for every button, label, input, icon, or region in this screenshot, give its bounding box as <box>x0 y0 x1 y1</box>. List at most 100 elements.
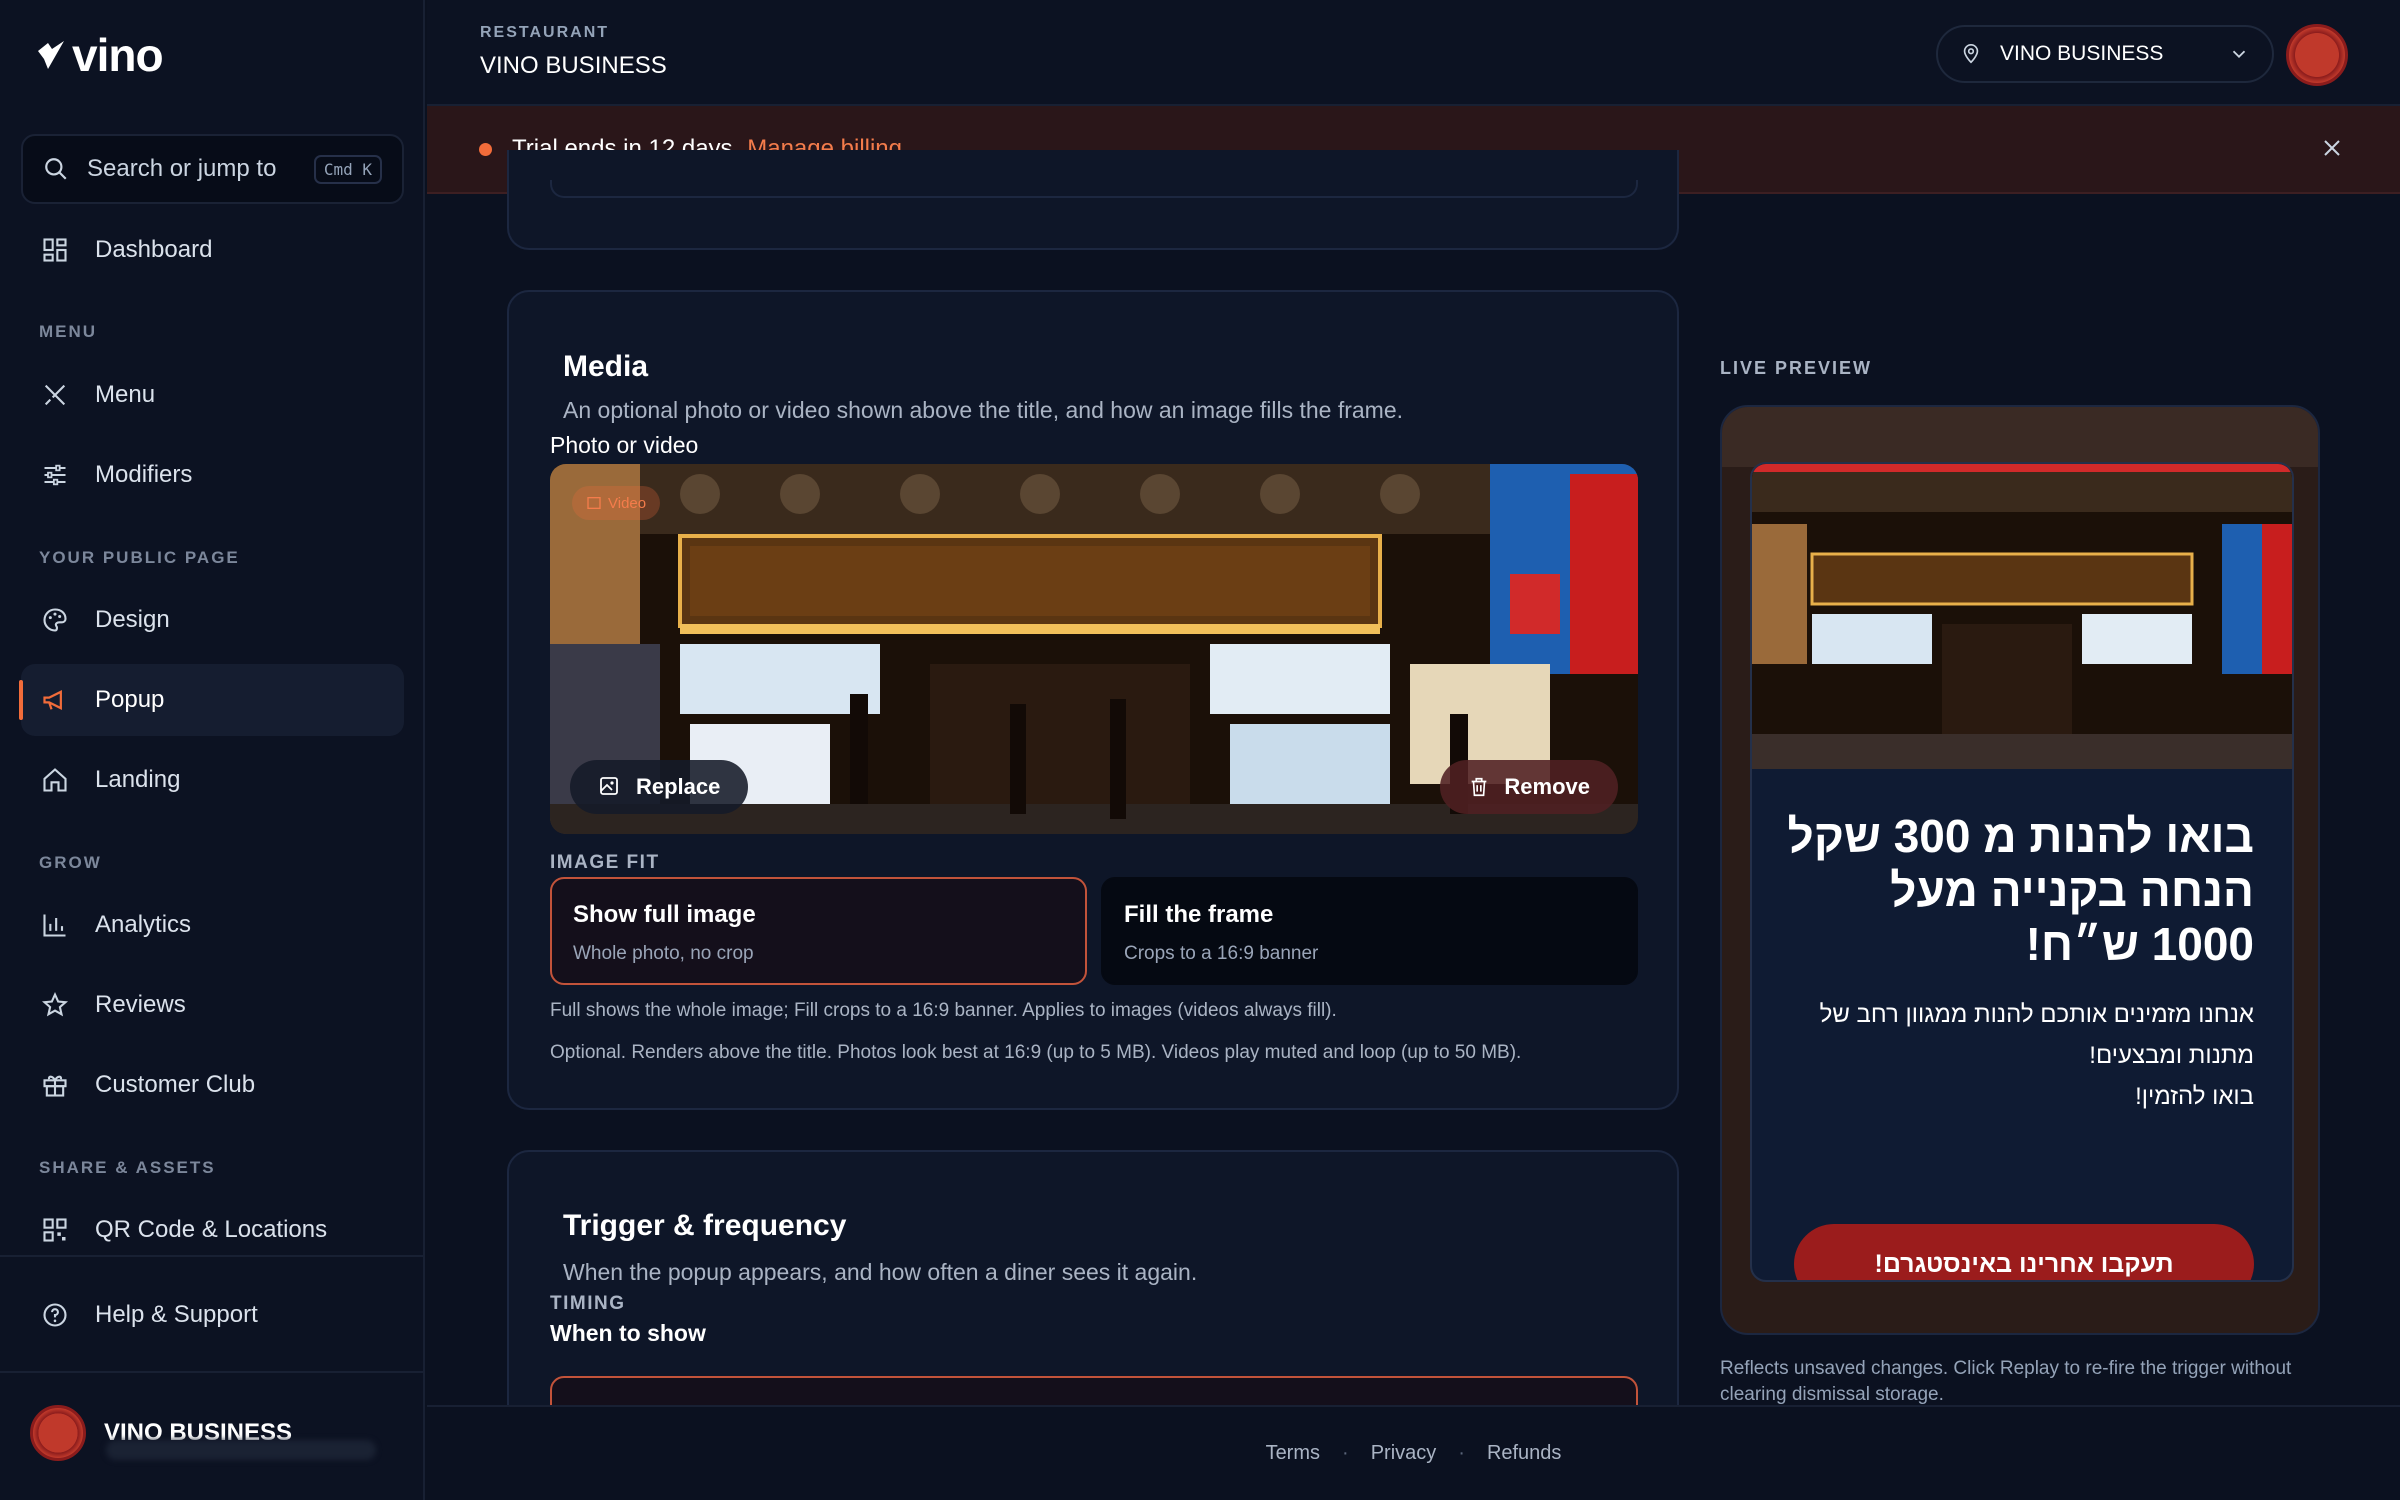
option-title: Fill the frame <box>1124 901 1274 928</box>
help-circle-icon <box>39 1299 71 1331</box>
replace-button[interactable]: Replace <box>570 760 749 814</box>
media-card: Media An optional photo or video shown a… <box>507 290 1679 1110</box>
bird-logo-icon <box>38 41 64 69</box>
video-tag: Video <box>572 486 661 520</box>
live-preview-label: LIVE PREVIEW <box>1720 358 1873 378</box>
sidebar-item-label: Help & Support <box>95 1301 258 1328</box>
location-label: VINO BUSINESS <box>2000 42 2164 65</box>
previous-card <box>507 150 1679 250</box>
remove-button[interactable]: Remove <box>1440 760 1618 814</box>
sidebar-item-landing[interactable]: Landing <box>21 744 404 816</box>
sidebar-divider <box>0 1255 425 1257</box>
sidebar-item-label: Design <box>95 606 170 633</box>
section-share-assets: SHARE & ASSETS <box>39 1158 216 1177</box>
sidebar-item-help[interactable]: Help & Support <box>21 1279 404 1351</box>
breadcrumb-label: RESTAURANT <box>480 24 610 41</box>
section-public-page: YOUR PUBLIC PAGE <box>39 548 240 567</box>
account-avatar[interactable] <box>2286 24 2348 86</box>
popup-cta-button[interactable]: תעקבו אחרינו באינסטגרם! <box>1794 1224 2254 1280</box>
trash-icon <box>1472 777 1487 797</box>
section-grow: GROW <box>39 853 102 872</box>
sidebar-item-label: Modifiers <box>95 461 193 488</box>
image-fit-note: Full shows the whole image; Fill crops t… <box>550 1000 1337 1021</box>
sidebar-divider <box>0 1371 425 1373</box>
replace-label: Replace <box>636 774 721 799</box>
restaurant-photo <box>1752 464 2292 769</box>
popup-title: בואו להנות מ 300 שקל הנחה בקנייה מעל 100… <box>1787 810 2254 970</box>
film-icon <box>587 497 601 509</box>
gift-icon <box>39 1069 71 1101</box>
search-box[interactable]: Search or jump to Cmd K <box>21 134 404 204</box>
sidebar-item-label: Popup <box>95 686 165 713</box>
footer-separator: · <box>1342 1442 1349 1464</box>
preview-note: Reflects unsaved changes. Click Replay t… <box>1720 1358 2292 1405</box>
image-edit-icon <box>600 777 618 795</box>
bar-chart-icon <box>39 909 71 941</box>
terms-link[interactable]: Terms <box>1266 1442 1320 1465</box>
preview-background-bar <box>1722 407 2318 467</box>
close-icon[interactable] <box>2320 136 2344 160</box>
qr-code-icon <box>39 1214 71 1246</box>
media-title: Media <box>563 350 649 383</box>
map-pin-icon <box>1963 44 1979 64</box>
sidebar-item-label: Customer Club <box>95 1071 256 1098</box>
section-menu: MENU <box>39 322 98 341</box>
trigger-title: Trigger & frequency <box>563 1209 847 1242</box>
top-bar: RESTAURANT VINO BUSINESS VINO BUSINESS <box>427 0 2400 106</box>
sidebar-item-design[interactable]: Design <box>21 584 404 656</box>
search-placeholder: Search or jump to <box>87 155 277 182</box>
sidebar: vino Search or jump to Cmd K Dashboard M… <box>0 0 425 1500</box>
sidebar-item-label: Landing <box>95 766 181 793</box>
sidebar-item-reviews[interactable]: Reviews <box>21 969 404 1041</box>
footer: Terms · Privacy · Refunds <box>427 1405 2400 1500</box>
popup-body: אנחנו מזמינים אותכם להנות ממגוון רחב של … <box>1774 994 2254 1117</box>
image-fit-label: IMAGE FIT <box>550 852 660 873</box>
photo-video-label: Photo or video <box>550 432 699 458</box>
option-title: Show full image <box>573 901 756 928</box>
grid-icon <box>39 234 71 266</box>
remove-label: Remove <box>1504 774 1590 799</box>
sidebar-item-popup[interactable]: Popup <box>19 664 404 736</box>
option-fill-the-frame[interactable]: Fill the frame Crops to a 16:9 banner <box>1101 877 1638 985</box>
search-shortcut: Cmd K <box>313 154 382 184</box>
vino-logo[interactable]: vino <box>34 28 164 82</box>
privacy-link[interactable]: Privacy <box>1371 1442 1437 1465</box>
option-show-full-image[interactable]: Show full image Whole photo, no crop <box>550 877 1087 985</box>
sidebar-item-dashboard[interactable]: Dashboard <box>21 214 404 286</box>
when-to-show-label: When to show <box>550 1320 706 1346</box>
popup-modal-preview: בואו להנות מ 300 שקל הנחה בקנייה מעל 100… <box>1750 462 2294 1282</box>
utensils-icon <box>39 379 71 411</box>
sidebar-item-customer-club[interactable]: Customer Club <box>21 1049 404 1121</box>
option-subtitle: Crops to a 16:9 banner <box>1124 943 1319 964</box>
star-icon <box>39 989 71 1021</box>
location-selector[interactable]: VINO BUSINESS <box>1936 25 2274 83</box>
refunds-link[interactable]: Refunds <box>1487 1442 1562 1465</box>
phone-preview: בואו להנות מ 300 שקל הנחה בקנייה מעל 100… <box>1720 405 2320 1335</box>
sidebar-item-label: Analytics <box>95 911 192 938</box>
sidebar-item-menu[interactable]: Menu <box>21 359 404 431</box>
previous-card-field <box>550 180 1638 198</box>
footer-separator: · <box>1458 1442 1465 1464</box>
sidebar-item-label: QR Code & Locations <box>95 1216 328 1243</box>
media-description: An optional photo or video shown above t… <box>563 397 1404 423</box>
search-icon <box>45 158 67 180</box>
megaphone-icon <box>39 684 71 716</box>
logo-text: vino <box>72 29 164 81</box>
palette-icon <box>39 604 71 636</box>
trigger-description: When the popup appears, and how often a … <box>563 1259 1198 1285</box>
option-subtitle: Whole photo, no crop <box>573 943 754 964</box>
avatar <box>30 1405 86 1461</box>
profile-email-blurred <box>106 1440 376 1460</box>
home-icon <box>39 764 71 796</box>
media-help-note: Optional. Renders above the title. Photo… <box>550 1042 1522 1063</box>
sidebar-item-analytics[interactable]: Analytics <box>21 889 404 961</box>
sliders-icon <box>39 459 71 491</box>
timing-label: TIMING <box>550 1293 626 1314</box>
popup-body-line: אנחנו מזמינים אותכם להנות ממגוון רחב של … <box>1819 1001 2254 1069</box>
sidebar-item-label: Reviews <box>95 991 186 1018</box>
chevron-down-icon <box>2232 50 2246 59</box>
sidebar-item-label: Dashboard <box>95 236 213 263</box>
video-tag-label: Video <box>608 494 647 512</box>
sidebar-item-label: Menu <box>95 381 156 408</box>
sidebar-item-modifiers[interactable]: Modifiers <box>21 439 404 511</box>
